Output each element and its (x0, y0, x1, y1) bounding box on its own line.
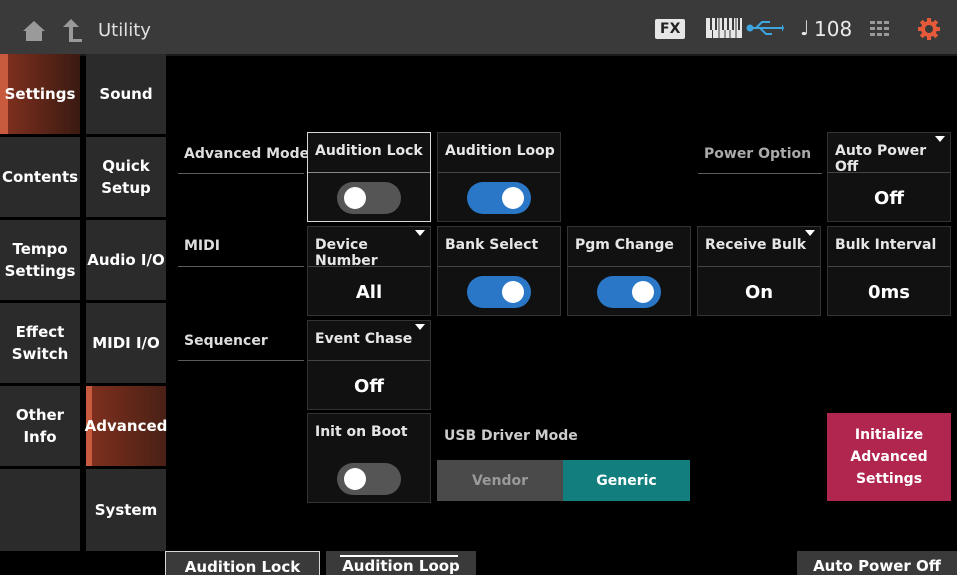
initialize-advanced-settings-button[interactable]: Initialize Advanced Settings (827, 413, 951, 501)
row-label-advanced-mode: Advanced Mode (184, 146, 310, 162)
gear-icon[interactable] (918, 18, 940, 40)
row-divider (178, 360, 304, 361)
device-number-label: Device Number (308, 227, 430, 269)
initialize-advanced-settings-label: Initialize Advanced Settings (850, 427, 928, 487)
row-label-power-option: Power Option (704, 146, 812, 162)
subnav-sound[interactable]: Sound (86, 54, 166, 134)
auto-power-off-value[interactable]: Off (828, 173, 950, 223)
tempo-value[interactable]: 108 (814, 17, 852, 41)
audition-lock-label: Audition Lock (308, 133, 430, 173)
audition-lock-toggle[interactable] (337, 182, 401, 214)
grid-icon[interactable] (870, 21, 890, 37)
audition-loop-toggle[interactable] (467, 182, 531, 214)
parent-arrow-icon[interactable] (60, 18, 82, 42)
home-icon[interactable] (22, 20, 46, 42)
subnav-system[interactable]: System (86, 469, 166, 551)
row-divider (698, 173, 822, 174)
usb-driver-mode-label: USB Driver Mode (444, 428, 578, 444)
note-icon: ♩ (800, 16, 810, 40)
receive-bulk-label: Receive Bulk (698, 227, 820, 267)
row-label-midi: MIDI (184, 238, 220, 254)
receive-bulk-value[interactable]: On (698, 267, 820, 317)
init-on-boot-cell[interactable]: Init on Boot (307, 413, 431, 503)
pgm-change-cell[interactable]: Pgm Change (567, 226, 691, 316)
usb-driver-generic-button[interactable]: Generic (563, 460, 690, 501)
title-bar: Utility FX ♩ 108 (0, 0, 957, 56)
device-number-value[interactable]: All (308, 267, 430, 317)
nav-effect-switch[interactable]: Effect Switch (0, 303, 80, 383)
bottom-tab-auto-power-off[interactable]: Auto Power Off (797, 551, 957, 575)
device-number-cell[interactable]: Device Number All (307, 226, 431, 316)
row-label-sequencer: Sequencer (184, 333, 268, 349)
subnav-advanced[interactable]: Advanced (85, 386, 167, 466)
init-on-boot-label: Init on Boot (315, 424, 408, 440)
audition-lock-cell[interactable]: Audition Lock (307, 132, 431, 222)
keyboard-icon (706, 18, 742, 38)
event-chase-cell[interactable]: Event Chase Off (307, 320, 431, 410)
nav-settings[interactable]: Settings (0, 54, 80, 134)
audition-loop-cell[interactable]: Audition Loop (437, 132, 561, 222)
event-chase-value[interactable]: Off (308, 361, 430, 411)
fx-badge: FX (655, 19, 686, 39)
event-chase-label: Event Chase (308, 321, 430, 361)
auto-power-off-cell[interactable]: Auto Power Off Off (827, 132, 951, 222)
bank-select-toggle[interactable] (467, 276, 531, 308)
auto-power-off-label: Auto Power Off (828, 133, 950, 175)
bulk-interval-cell[interactable]: Bulk Interval 0ms (827, 226, 951, 316)
usb-icon (746, 21, 784, 35)
subnav-midi-io[interactable]: MIDI I/O (86, 303, 166, 383)
bank-select-label: Bank Select (438, 227, 560, 267)
usb-driver-vendor-button[interactable]: Vendor (437, 460, 563, 501)
bottom-tab-audition-lock[interactable]: Audition Lock (165, 551, 320, 575)
bulk-interval-label: Bulk Interval (828, 227, 950, 267)
init-on-boot-toggle[interactable] (337, 463, 401, 495)
bank-select-cell[interactable]: Bank Select (437, 226, 561, 316)
bottom-tab-indicator (340, 555, 458, 557)
bulk-interval-value[interactable]: 0ms (828, 267, 950, 317)
pgm-change-label: Pgm Change (568, 227, 690, 267)
pgm-change-toggle[interactable] (597, 276, 661, 308)
nav-empty (0, 469, 80, 551)
subnav-audio-io[interactable]: Audio I/O (86, 220, 166, 300)
row-divider (178, 266, 304, 267)
nav-other-info[interactable]: Other Info (0, 386, 80, 466)
row-divider (178, 173, 304, 174)
audition-loop-label: Audition Loop (438, 133, 560, 173)
subnav-quick-setup[interactable]: Quick Setup (86, 137, 166, 217)
nav-contents[interactable]: Contents (0, 137, 80, 217)
receive-bulk-cell[interactable]: Receive Bulk On (697, 226, 821, 316)
nav-tempo-settings[interactable]: Tempo Settings (0, 220, 80, 300)
page-title: Utility (98, 20, 151, 41)
